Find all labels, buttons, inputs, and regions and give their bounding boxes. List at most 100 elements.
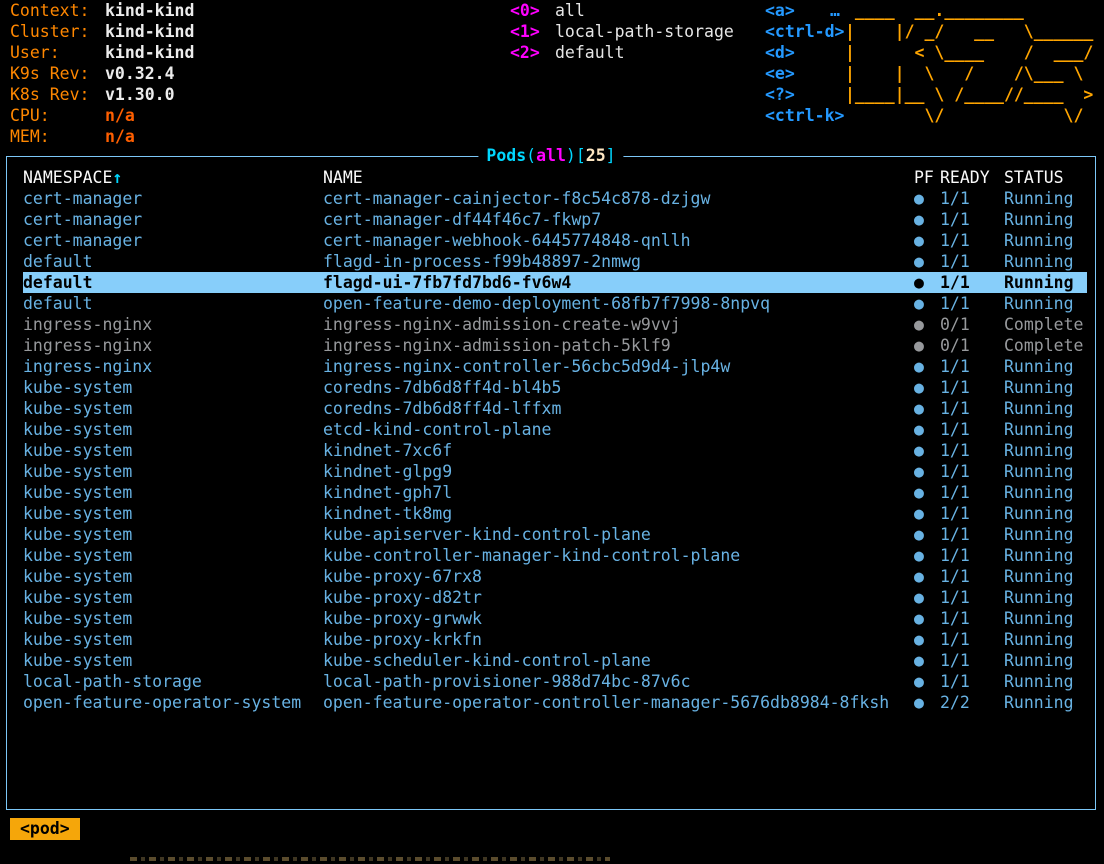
table-row[interactable]: kube-systemkube-proxy-krkfn●1/1Running [23, 629, 1087, 650]
cell-namespace: kube-system [23, 587, 323, 608]
table-row[interactable]: kube-systemkindnet-tk8mg●1/1Running [23, 503, 1087, 524]
namespace-hotkey[interactable]: <0>all [510, 0, 734, 21]
column-header-namespace[interactable]: NAMESPACE↑ [23, 167, 323, 188]
cell-namespace: default [23, 272, 323, 293]
k9s-logo: ____ __.________ | |/ _/ __ \______ | < … [845, 0, 1093, 126]
port-forward-dot-icon: ● [912, 209, 940, 230]
table-row[interactable]: ingress-nginxingress-nginx-controller-56… [23, 356, 1087, 377]
cell-name: kindnet-tk8mg [323, 503, 912, 524]
port-forward-dot-icon: ● [912, 188, 940, 209]
table-row[interactable]: ingress-nginxingress-nginx-admission-pat… [23, 335, 1087, 356]
port-forward-dot-icon: ● [912, 419, 940, 440]
action-hotkey[interactable]: <ctrl-d> [765, 21, 844, 42]
cell-name: kube-proxy-grwwk [323, 608, 912, 629]
breadcrumb-pod[interactable]: <pod> [10, 818, 80, 840]
table-body: NAMESPACE↑ NAME PF READY STATUS cert-man… [7, 157, 1095, 809]
cell-namespace: kube-system [23, 440, 323, 461]
hotkey-label: local-path-storage [555, 22, 734, 41]
column-header-status[interactable]: STATUS [1004, 167, 1087, 188]
info-value: v0.32.4 [105, 64, 175, 83]
cluster-info-line: Context:kind-kind [10, 0, 194, 21]
cell-namespace: kube-system [23, 524, 323, 545]
cluster-info-line: CPU:n/a [10, 105, 194, 126]
cell-name: kube-scheduler-kind-control-plane [323, 650, 912, 671]
info-value: kind-kind [105, 43, 194, 62]
cell-namespace: kube-system [23, 629, 323, 650]
table-row[interactable]: kube-systemkindnet-glpg9●1/1Running [23, 461, 1087, 482]
table-row[interactable]: kube-systemcoredns-7db6d8ff4d-lffxm●1/1R… [23, 398, 1087, 419]
table-row[interactable]: ingress-nginxingress-nginx-admission-cre… [23, 314, 1087, 335]
table-row[interactable]: kube-systemkube-proxy-67rx8●1/1Running [23, 566, 1087, 587]
table-row[interactable]: kube-systemkindnet-gph7l●1/1Running [23, 482, 1087, 503]
action-hotkey[interactable]: <?> [765, 84, 844, 105]
cell-namespace: kube-system [23, 566, 323, 587]
table-row[interactable]: defaultopen-feature-demo-deployment-68fb… [23, 293, 1087, 314]
cell-ready: 1/1 [940, 608, 1004, 629]
action-hotkey[interactable]: <ctrl-k> [765, 105, 844, 126]
cell-ready: 1/1 [940, 524, 1004, 545]
action-hotkey[interactable]: <d> [765, 42, 844, 63]
port-forward-dot-icon: ● [912, 587, 940, 608]
hotkey-key: <0> [510, 0, 555, 21]
table-row[interactable]: kube-systemkube-scheduler-kind-control-p… [23, 650, 1087, 671]
cell-status: Running [1004, 230, 1087, 251]
cell-status: Running [1004, 398, 1087, 419]
table-row[interactable]: defaultflagd-ui-7fb7fd7bd6-fv6w4●1/1Runn… [23, 272, 1087, 293]
cell-name: kube-proxy-67rx8 [323, 566, 912, 587]
port-forward-dot-icon: ● [912, 461, 940, 482]
column-header-name[interactable]: NAME [323, 167, 912, 188]
info-label: CPU: [10, 105, 105, 126]
cell-ready: 1/1 [940, 671, 1004, 692]
sort-ascending-icon: ↑ [112, 168, 122, 187]
table-row[interactable]: kube-systemkube-controller-manager-kind-… [23, 545, 1087, 566]
cell-name: open-feature-operator-controller-manager… [323, 692, 912, 713]
action-hotkey[interactable]: <e> [765, 63, 844, 84]
table-row[interactable]: kube-systemkindnet-7xc6f●1/1Running [23, 440, 1087, 461]
table-row[interactable]: cert-managercert-manager-df44f46c7-fkwp7… [23, 209, 1087, 230]
namespace-hotkey[interactable]: <2>default [510, 42, 734, 63]
cell-namespace: kube-system [23, 482, 323, 503]
port-forward-dot-icon: ● [912, 671, 940, 692]
cell-status: Running [1004, 608, 1087, 629]
cell-ready: 1/1 [940, 230, 1004, 251]
cell-name: kube-proxy-krkfn [323, 629, 912, 650]
port-forward-dot-icon: ● [912, 356, 940, 377]
port-forward-dot-icon: ● [912, 692, 940, 713]
hotkey-key: <a> [765, 0, 830, 21]
cell-status: Complete [1004, 335, 1087, 356]
table-row[interactable]: kube-systemkube-apiserver-kind-control-p… [23, 524, 1087, 545]
cell-ready: 1/1 [940, 293, 1004, 314]
cell-status: Running [1004, 377, 1087, 398]
cell-namespace: ingress-nginx [23, 335, 323, 356]
namespace-hotkey[interactable]: <1>local-path-storage [510, 21, 734, 42]
cell-name: ingress-nginx-admission-create-w9vvj [323, 314, 912, 335]
cell-status: Running [1004, 587, 1087, 608]
table-row[interactable]: kube-systemcoredns-7db6d8ff4d-bl4b5●1/1R… [23, 377, 1087, 398]
info-value: n/a [105, 127, 135, 146]
table-row[interactable]: local-path-storagelocal-path-provisioner… [23, 671, 1087, 692]
table-row[interactable]: open-feature-operator-systemopen-feature… [23, 692, 1087, 713]
cell-ready: 1/1 [940, 209, 1004, 230]
cell-ready: 1/1 [940, 377, 1004, 398]
cell-name: etcd-kind-control-plane [323, 419, 912, 440]
column-header-pf[interactable]: PF [912, 167, 940, 188]
table-row[interactable]: kube-systemkube-proxy-grwwk●1/1Running [23, 608, 1087, 629]
info-label: K9s Rev: [10, 63, 105, 84]
cluster-info-line: MEM:n/a [10, 126, 194, 147]
cell-name: flagd-ui-7fb7fd7bd6-fv6w4 [323, 272, 912, 293]
cell-name: coredns-7db6d8ff4d-lffxm [323, 398, 912, 419]
table-rows: cert-managercert-manager-cainjector-f8c5… [23, 188, 1087, 713]
table-row[interactable]: kube-systemetcd-kind-control-plane●1/1Ru… [23, 419, 1087, 440]
table-row[interactable]: cert-managercert-manager-webhook-6445774… [23, 230, 1087, 251]
cell-status: Running [1004, 251, 1087, 272]
action-hotkey[interactable]: <a>… [765, 0, 844, 21]
column-header-pf-label: PF [914, 168, 934, 187]
info-value: kind-kind [105, 22, 194, 41]
hotkey-label: … [830, 1, 840, 20]
table-row[interactable]: kube-systemkube-proxy-d82tr●1/1Running [23, 587, 1087, 608]
table-row[interactable]: defaultflagd-in-process-f99b48897-2nmwg●… [23, 251, 1087, 272]
hotkey-key: <ctrl-d> [765, 21, 844, 42]
table-row[interactable]: cert-managercert-manager-cainjector-f8c5… [23, 188, 1087, 209]
column-header-ready[interactable]: READY [940, 167, 1004, 188]
action-hotkeys: <a>…<ctrl-d><d><e><?><ctrl-k> [765, 0, 844, 126]
